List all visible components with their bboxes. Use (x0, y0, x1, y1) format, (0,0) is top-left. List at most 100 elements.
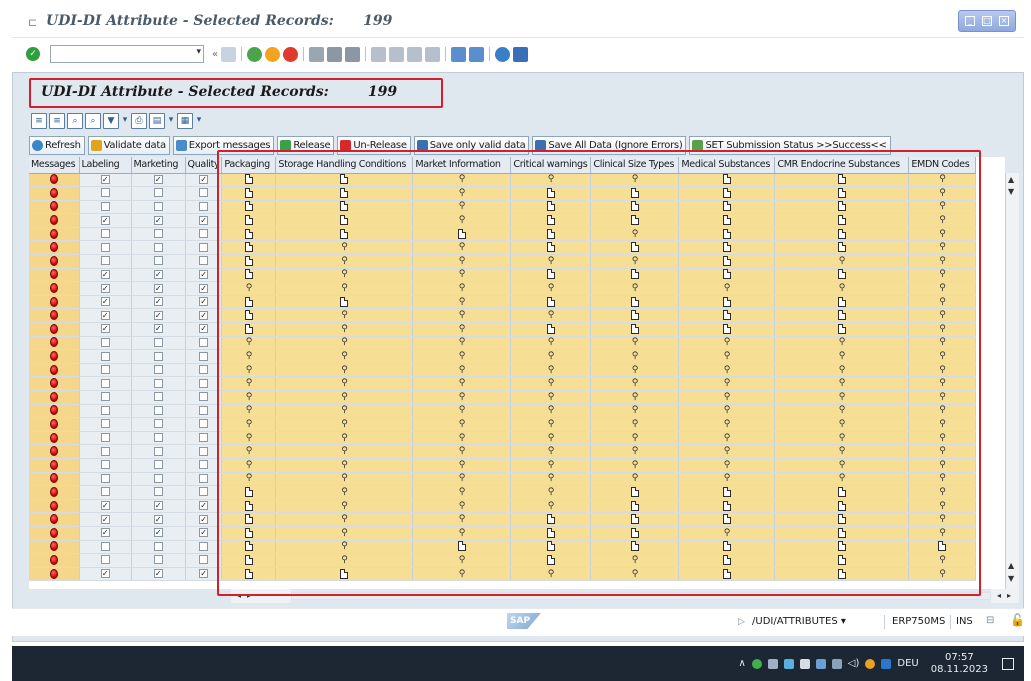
network-icon[interactable] (815, 658, 826, 669)
link-icon[interactable]: ⚲ (939, 269, 946, 279)
attribute-cell[interactable] (275, 295, 414, 310)
layout-config-icon[interactable]: ⊟ (986, 615, 994, 626)
attribute-cell[interactable]: ⚲ (221, 472, 277, 487)
marketing-checkbox[interactable]: ✓ (153, 528, 163, 538)
command-field[interactable]: ▾ (50, 45, 204, 63)
attribute-cell[interactable]: ⚲ (510, 485, 592, 500)
quality-checkbox[interactable] (198, 473, 208, 483)
attribute-cell[interactable]: ⚲ (221, 431, 277, 446)
attribute-cell[interactable]: ⚲ (908, 308, 977, 324)
find-icon[interactable] (327, 46, 343, 62)
document-icon[interactable] (340, 568, 349, 579)
attribute-cell[interactable] (590, 295, 680, 310)
attribute-cell[interactable] (510, 526, 592, 541)
link-icon[interactable]: ⚲ (341, 405, 348, 415)
attribute-cell[interactable]: ⚲ (510, 431, 592, 446)
attribute-cell[interactable] (590, 200, 680, 215)
link-icon[interactable]: ⚲ (459, 297, 466, 307)
link-icon[interactable]: ⚲ (341, 337, 348, 347)
link-icon[interactable]: ⚲ (459, 310, 466, 320)
speaker-icon[interactable]: ◁) (848, 658, 860, 669)
document-icon[interactable] (837, 215, 846, 226)
link-icon[interactable]: ⚲ (548, 460, 555, 470)
attribute-cell[interactable]: ⚲ (275, 540, 414, 555)
marketing-checkbox[interactable] (153, 242, 163, 252)
column-header[interactable]: Medical Substances (678, 157, 776, 174)
attribute-cell[interactable] (678, 254, 776, 269)
document-icon[interactable] (340, 215, 349, 226)
link-icon[interactable]: ⚲ (459, 351, 466, 361)
attribute-cell[interactable] (590, 322, 680, 337)
link-icon[interactable]: ⚲ (548, 501, 555, 511)
attribute-cell[interactable]: ⚲ (510, 308, 592, 324)
attribute-cell[interactable]: ⚲ (908, 485, 977, 500)
attribute-cell[interactable]: ⚲ (908, 390, 977, 405)
attribute-cell[interactable]: ⚲ (275, 254, 414, 269)
attribute-cell[interactable]: ⚲ (678, 458, 776, 473)
attribute-cell[interactable] (774, 200, 910, 215)
table-row[interactable]: ✓ ✓ ✓ ⚲ ⚲ ⚲ (29, 322, 977, 337)
labeling-checkbox[interactable]: ✓ (100, 269, 110, 279)
attribute-cell[interactable]: ⚲ (412, 336, 512, 351)
document-icon[interactable] (722, 568, 731, 579)
create-session-icon[interactable] (451, 46, 467, 62)
marketing-checkbox[interactable]: ✓ (153, 283, 163, 293)
attribute-cell[interactable]: ⚲ (412, 322, 512, 337)
labeling-checkbox[interactable] (100, 446, 110, 456)
attribute-cell[interactable] (678, 227, 776, 242)
attribute-cell[interactable]: ⚲ (275, 336, 414, 351)
attribute-cell[interactable]: ⚲ (412, 295, 512, 310)
attribute-cell[interactable] (678, 308, 776, 324)
link-icon[interactable]: ⚲ (632, 473, 639, 483)
attribute-cell[interactable]: ⚲ (275, 499, 414, 514)
attribute-cell[interactable] (678, 200, 776, 215)
attribute-cell[interactable] (221, 254, 277, 269)
dropdown-icon[interactable]: ▾ (167, 113, 175, 129)
attribute-cell[interactable]: ⚲ (412, 281, 512, 296)
link-icon[interactable]: ⚲ (839, 419, 846, 429)
marketing-checkbox[interactable] (153, 337, 163, 347)
link-icon[interactable]: ⚲ (341, 487, 348, 497)
message-cell[interactable] (29, 227, 80, 242)
attribute-cell[interactable]: ⚲ (590, 336, 680, 351)
document-icon[interactable] (340, 228, 349, 239)
link-icon[interactable]: ⚲ (459, 555, 466, 565)
document-icon[interactable] (244, 242, 253, 253)
attribute-cell[interactable] (590, 512, 680, 527)
release-button[interactable]: Release (277, 135, 335, 155)
quality-checkbox[interactable]: ✓ (198, 501, 208, 511)
link-icon[interactable]: ⚲ (548, 446, 555, 456)
attribute-cell[interactable]: ⚲ (774, 444, 910, 459)
attribute-cell[interactable]: ⚲ (412, 417, 512, 432)
attribute-cell[interactable] (510, 268, 592, 283)
labeling-checkbox[interactable] (100, 555, 110, 565)
attribute-cell[interactable]: ⚲ (590, 376, 680, 391)
prev-page-icon[interactable] (389, 46, 405, 62)
attribute-cell[interactable] (678, 512, 776, 527)
vertical-scrollbar[interactable]: ▲ ▼ ▲ ▼ (1005, 173, 1019, 589)
attribute-cell[interactable]: ⚲ (678, 376, 776, 391)
labeling-checkbox[interactable]: ✓ (100, 283, 110, 293)
attribute-cell[interactable]: ⚲ (908, 376, 977, 391)
attribute-cell[interactable] (221, 227, 277, 242)
scroll-up-icon[interactable]: ▲ (1008, 175, 1014, 184)
attribute-cell[interactable] (908, 540, 977, 555)
scroll-right-control[interactable]: ◂ ▸ (991, 589, 1019, 603)
document-icon[interactable] (340, 201, 349, 212)
error-status-icon[interactable] (49, 432, 58, 443)
attribute-cell[interactable]: ⚲ (590, 281, 680, 296)
attribute-cell[interactable] (221, 200, 277, 215)
attribute-cell[interactable]: ⚲ (412, 173, 512, 188)
attribute-cell[interactable]: ⚲ (275, 444, 414, 459)
document-icon[interactable] (244, 296, 253, 307)
document-icon[interactable] (837, 554, 846, 565)
document-icon[interactable] (837, 228, 846, 239)
transaction-code[interactable]: /UDI/ATTRIBUTES ▾ (752, 616, 846, 627)
labeling-checkbox[interactable] (100, 419, 110, 429)
attribute-cell[interactable]: ⚲ (510, 390, 592, 405)
attribute-cell[interactable]: ⚲ (908, 499, 977, 514)
message-cell[interactable] (29, 254, 80, 269)
document-icon[interactable] (630, 201, 639, 212)
document-icon[interactable] (722, 541, 731, 552)
find-next-icon[interactable] (345, 46, 361, 62)
